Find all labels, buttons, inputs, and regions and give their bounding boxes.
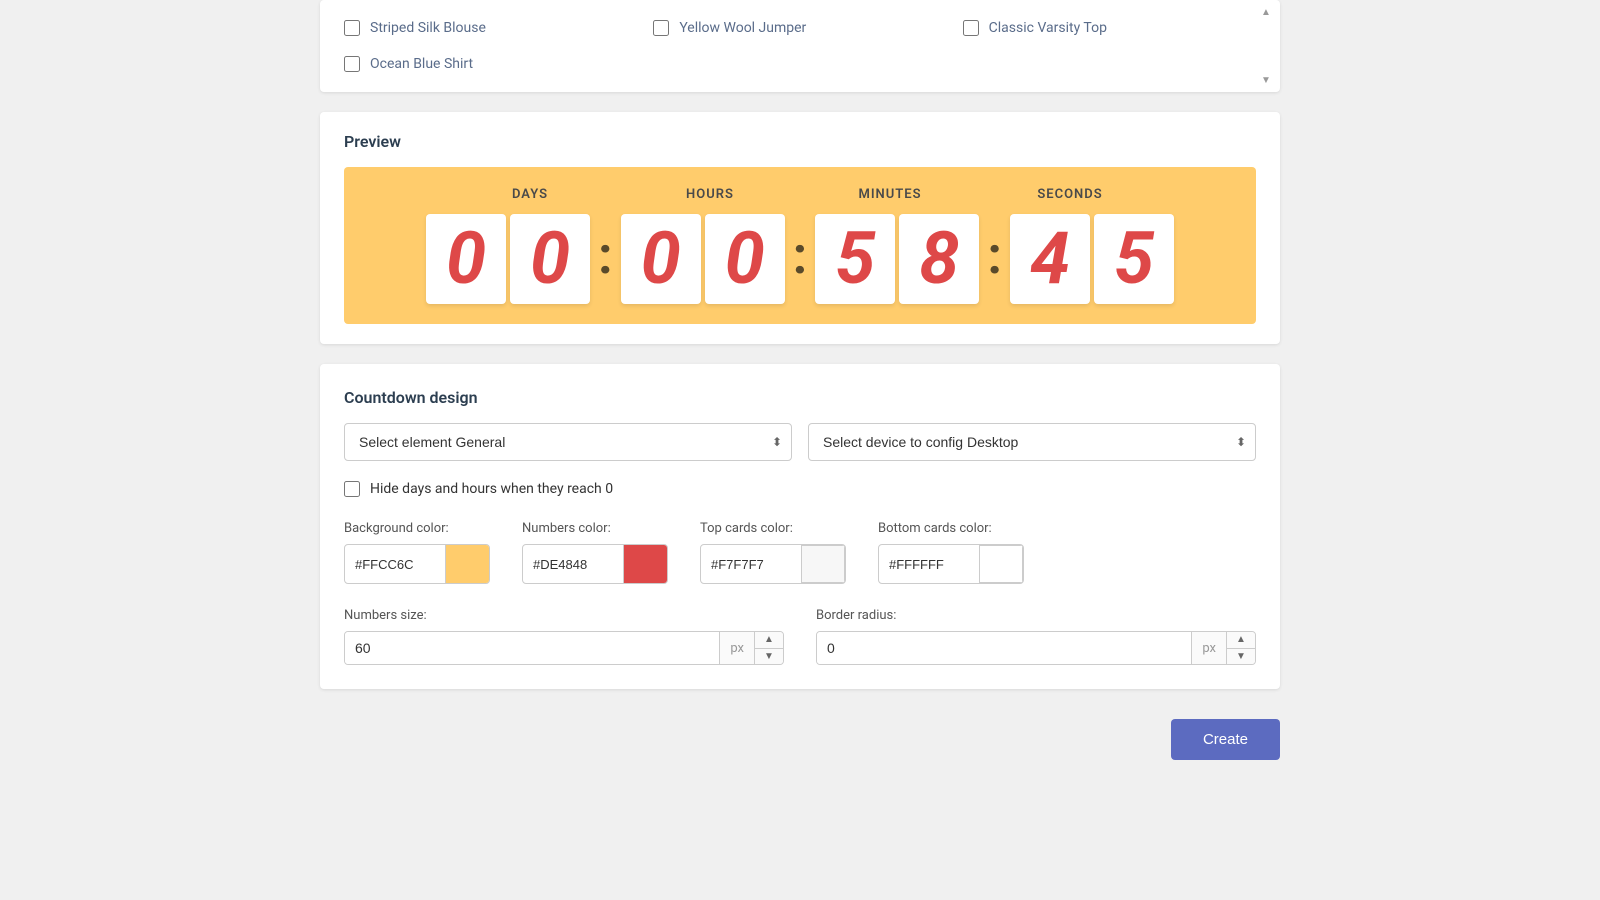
numbers-color-field: Numbers color:: [522, 521, 668, 584]
numbers-color-input-row: [522, 544, 668, 584]
label-seconds: SECONDS: [1000, 187, 1140, 202]
background-color-input-row: [344, 544, 490, 584]
preview-card: Preview DAYS HOURS MINUTES SECONDS 0 0 :: [320, 112, 1280, 344]
background-color-label: Background color:: [344, 521, 490, 536]
hours-digit-1: 0: [621, 214, 701, 304]
product-label-classic-varsity-top[interactable]: Classic Varsity Top: [989, 20, 1107, 36]
background-color-hex-input[interactable]: [345, 549, 445, 580]
countdown-labels: DAYS HOURS MINUTES SECONDS: [364, 187, 1236, 202]
hide-days-checkbox[interactable]: [344, 481, 360, 497]
bottom-cards-color-input-row: [878, 544, 1024, 584]
top-cards-color-input-row: [700, 544, 846, 584]
hours-digit-2: 0: [705, 214, 785, 304]
label-days: DAYS: [460, 187, 600, 202]
create-button[interactable]: Create: [1171, 719, 1280, 760]
product-checkbox-classic-varsity-top[interactable]: [963, 20, 979, 36]
numeric-section: Numbers size: px ▲ ▼ Border radius: px: [344, 608, 1256, 665]
product-item-yellow-wool-jumper: Yellow Wool Jumper: [653, 16, 946, 40]
border-radius-field: Border radius: px ▲ ▼: [816, 608, 1256, 665]
select-element-dropdown[interactable]: Select element General: [344, 423, 792, 461]
product-item-classic-varsity-top: Classic Varsity Top: [963, 16, 1256, 40]
border-radius-unit: px: [1191, 632, 1226, 664]
product-checkbox-ocean-blue-shirt[interactable]: [344, 56, 360, 72]
separator-1: :: [594, 225, 617, 286]
hide-days-row: Hide days and hours when they reach 0: [344, 481, 1256, 497]
preview-title: Preview: [344, 132, 1256, 151]
minutes-digits: 5 8: [815, 214, 979, 304]
numbers-size-up-button[interactable]: ▲: [755, 632, 783, 649]
border-radius-input[interactable]: [817, 632, 1191, 664]
design-title: Countdown design: [344, 388, 1256, 407]
background-color-swatch[interactable]: [445, 545, 489, 583]
numbers-color-swatch[interactable]: [623, 545, 667, 583]
scroll-arrow-down[interactable]: ▼: [1258, 72, 1274, 88]
border-radius-label: Border radius:: [816, 608, 1256, 623]
label-minutes: MINUTES: [820, 187, 960, 202]
numbers-size-field: Numbers size: px ▲ ▼: [344, 608, 784, 665]
bottom-cards-color-field: Bottom cards color:: [878, 521, 1024, 584]
scroll-arrow-up[interactable]: ▲: [1258, 4, 1274, 20]
bottom-cards-color-label: Bottom cards color:: [878, 521, 1024, 536]
days-digits: 0 0: [426, 214, 590, 304]
label-hours: HOURS: [640, 187, 780, 202]
product-label-striped-silk-blouse[interactable]: Striped Silk Blouse: [370, 20, 486, 36]
hide-days-label[interactable]: Hide days and hours when they reach 0: [370, 481, 613, 497]
product-item-ocean-blue-shirt: Ocean Blue Shirt: [344, 52, 637, 76]
select-element-wrapper: Select element General ⬍: [344, 423, 792, 461]
countdown-preview: DAYS HOURS MINUTES SECONDS 0 0 : 0 0: [344, 167, 1256, 324]
color-section: Background color: Numbers color: Top car…: [344, 521, 1256, 584]
numbers-size-spinners: ▲ ▼: [754, 632, 783, 664]
border-radius-spinners: ▲ ▼: [1226, 632, 1255, 664]
select-device-dropdown[interactable]: Select device to config Desktop: [808, 423, 1256, 461]
select-row: Select element General ⬍ Select device t…: [344, 423, 1256, 461]
bottom-bar: Create: [320, 709, 1280, 780]
numbers-size-input-row: px ▲ ▼: [344, 631, 784, 665]
top-cards-color-hex-input[interactable]: [701, 549, 801, 580]
product-label-ocean-blue-shirt[interactable]: Ocean Blue Shirt: [370, 56, 473, 72]
seconds-digit-1: 4: [1010, 214, 1090, 304]
border-radius-input-row: px ▲ ▼: [816, 631, 1256, 665]
numbers-size-down-button[interactable]: ▼: [755, 649, 783, 665]
select-device-wrapper: Select device to config Desktop ⬍: [808, 423, 1256, 461]
product-checkbox-yellow-wool-jumper[interactable]: [653, 20, 669, 36]
bottom-cards-color-swatch[interactable]: [979, 545, 1023, 583]
minutes-digit-1: 5: [815, 214, 895, 304]
product-checkbox-striped-silk-blouse[interactable]: [344, 20, 360, 36]
seconds-digits: 4 5: [1010, 214, 1174, 304]
product-label-yellow-wool-jumper[interactable]: Yellow Wool Jumper: [679, 20, 806, 36]
minutes-digit-2: 8: [899, 214, 979, 304]
background-color-field: Background color:: [344, 521, 490, 584]
top-cards-color-field: Top cards color:: [700, 521, 846, 584]
product-list-card: Striped Silk Blouse Yellow Wool Jumper C…: [320, 0, 1280, 92]
product-grid: Striped Silk Blouse Yellow Wool Jumper C…: [344, 16, 1256, 76]
numbers-size-input[interactable]: [345, 632, 719, 664]
separator-2: :: [789, 225, 812, 286]
numbers-color-label: Numbers color:: [522, 521, 668, 536]
days-digit-1: 0: [426, 214, 506, 304]
numbers-color-hex-input[interactable]: [523, 549, 623, 580]
bottom-cards-color-hex-input[interactable]: [879, 549, 979, 580]
numbers-size-unit: px: [719, 632, 754, 664]
separator-3: :: [983, 225, 1006, 286]
product-item-striped-silk-blouse: Striped Silk Blouse: [344, 16, 637, 40]
countdown-digits: 0 0 : 0 0 : 5 8 : 4 5: [426, 214, 1174, 304]
top-cards-color-swatch[interactable]: [801, 545, 845, 583]
border-radius-up-button[interactable]: ▲: [1227, 632, 1255, 649]
top-cards-color-label: Top cards color:: [700, 521, 846, 536]
border-radius-down-button[interactable]: ▼: [1227, 649, 1255, 665]
seconds-digit-2: 5: [1094, 214, 1174, 304]
design-card: Countdown design Select element General …: [320, 364, 1280, 689]
numbers-size-label: Numbers size:: [344, 608, 784, 623]
hours-digits: 0 0: [621, 214, 785, 304]
days-digit-2: 0: [510, 214, 590, 304]
